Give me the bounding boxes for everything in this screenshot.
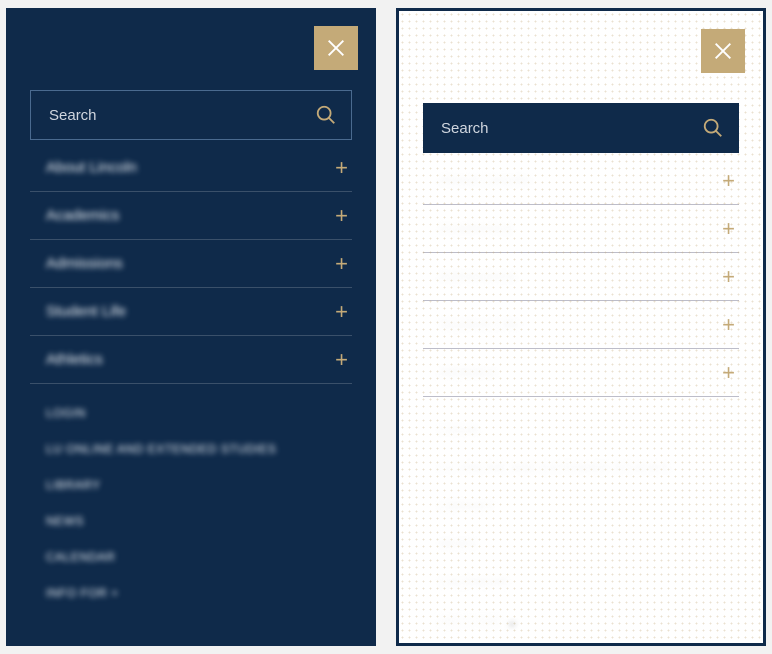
link-news[interactable]: NEWS [439,537,739,551]
secondary-links: LOGIN LU ONLINE AND EXTENDED STUDIES LIB… [46,406,352,600]
menu-label: Athletics [439,364,496,381]
expand-icon: + [335,301,348,323]
expand-icon: + [335,157,348,179]
link-online-studies[interactable]: LU ONLINE AND EXTENDED STUDIES [439,461,739,475]
link-label: INFO FOR [439,615,500,629]
main-menu: About Lincoln + Academics + Admissions +… [30,144,352,384]
search-icon [315,104,337,126]
menu-label: Student Life [439,316,519,333]
link-online-studies[interactable]: LU ONLINE AND EXTENDED STUDIES [46,442,352,456]
close-icon [325,37,347,59]
menu-item-about[interactable]: About Lincoln + [30,144,352,192]
search-input[interactable] [30,90,352,140]
link-news[interactable]: NEWS [46,514,352,528]
chevron-down-icon: ⌄ [506,613,518,630]
search-button[interactable] [695,110,731,146]
expand-icon: + [335,253,348,275]
menu-label: Admissions [46,255,123,272]
expand-icon: + [335,349,348,371]
link-login[interactable]: LOGIN [46,406,352,420]
menu-item-admissions[interactable]: Admissions + [30,240,352,288]
menu-label: About Lincoln [439,172,530,189]
menu-item-athletics[interactable]: Athletics + [30,336,352,384]
search-button[interactable] [308,97,344,133]
link-calendar[interactable]: CALENDAR [439,575,739,589]
menu-item-academics[interactable]: Academics + [30,192,352,240]
nav-panel-left: About Lincoln + Academics + Admissions +… [6,8,376,646]
close-button[interactable] [314,26,358,70]
menu-label: About Lincoln [46,159,137,176]
link-library[interactable]: LIBRARY [439,499,739,513]
link-info-for[interactable]: INFO FOR + [46,586,352,600]
link-library[interactable]: LIBRARY [46,478,352,492]
menu-item-student-life[interactable]: Student Life + [30,288,352,336]
link-info-for[interactable]: INFO FOR ⌄ [439,613,739,630]
link-login[interactable]: LOGIN [439,423,739,437]
search-row [423,103,739,153]
menu-label: Student Life [46,303,126,320]
link-calendar[interactable]: CALENDAR [46,550,352,564]
close-icon [712,40,734,62]
menu-label: Athletics [46,351,103,368]
search-input[interactable] [423,103,739,153]
menu-label: Academics [439,220,512,237]
search-row [30,90,352,140]
search-icon [702,117,724,139]
nav-panel-right: About Lincoln + Academics + Admissions +… [396,8,766,646]
menu-label: Admissions [439,268,516,285]
expand-icon: + [335,205,348,227]
menu-label: Academics [46,207,119,224]
close-button[interactable] [701,29,745,73]
